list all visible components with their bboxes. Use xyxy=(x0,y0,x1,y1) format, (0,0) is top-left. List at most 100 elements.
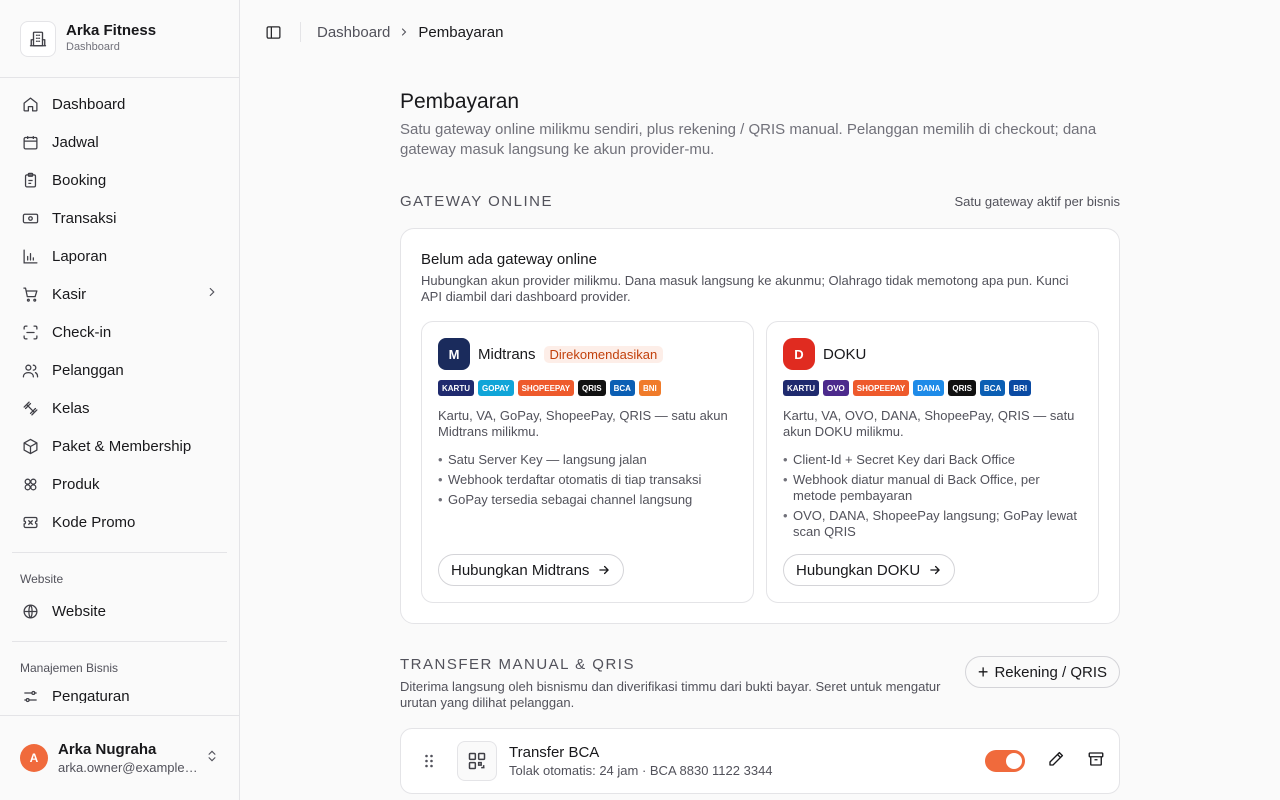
sidebar-item-label: Dashboard xyxy=(52,95,126,113)
method-chip: BCA xyxy=(979,380,1006,396)
method-chip: QRIS xyxy=(578,380,606,396)
sidebar-item-booking[interactable]: Booking xyxy=(12,161,227,199)
gateway-section-header: Gateway Online Satu gateway aktif per bi… xyxy=(400,193,1120,210)
sidebar-item-dashboard[interactable]: Dashboard xyxy=(12,85,227,123)
products-icon xyxy=(20,474,40,494)
sidebar-item-label: Kasir xyxy=(52,285,87,303)
recommended-badge: Direkomendasikan xyxy=(543,345,664,363)
sidebar-item-transaksi[interactable]: Transaksi xyxy=(12,199,227,237)
list-item: • Webhook terdaftar otomatis di tiap tran… xyxy=(438,472,702,487)
sidebar-item-produk[interactable]: Produk xyxy=(12,465,227,503)
sidebar-item-label: Website xyxy=(52,602,106,620)
list-item[interactable]: Transfer BCA Tolak otomatis: 24 jam · BC… xyxy=(400,728,1120,794)
sidebar-item-kode-promo[interactable]: Kode Promo xyxy=(12,503,227,541)
building-icon xyxy=(20,20,56,57)
breadcrumb-link-dashboard[interactable]: Dashboard xyxy=(317,24,390,41)
add-account-button[interactable]: + Rekening / QRIS xyxy=(964,656,1120,688)
page-description: Satu gateway online milikmu sendiri, plu… xyxy=(400,121,1097,158)
user-menu[interactable]: A Arka Nugraha arka.owner@example.com xyxy=(0,715,239,800)
divider xyxy=(12,552,227,553)
package-icon xyxy=(20,436,40,456)
gateway-card: Belum ada gateway online Hubungkan akun … xyxy=(400,228,1120,624)
settings-sliders-icon xyxy=(20,686,40,703)
connect-doku-button[interactable]: Hubungkan DOKU xyxy=(783,554,956,586)
list-item: • OVO, DANA, ShopeePay langsung; GoPay le… xyxy=(783,508,1077,539)
provider-description: Kartu, VA, OVO, DANA, ShopeePay, QRIS — … xyxy=(783,408,1075,439)
sidebar-item-jadwal[interactable]: Jadwal xyxy=(12,123,227,161)
method-chip: DANA xyxy=(913,380,945,396)
sidebar-item-paket-membership[interactable]: Paket & Membership xyxy=(12,427,227,465)
list-item: • GoPay tersedia sebagai channel langsung xyxy=(438,492,693,507)
sidebar-item-label: Pelanggan xyxy=(52,361,124,379)
chevron-right-icon xyxy=(398,26,410,38)
user-email: arka.owner@example.com xyxy=(58,759,198,775)
home-icon xyxy=(20,94,40,114)
sidebar-item-label: Transaksi xyxy=(52,209,117,227)
drag-handle-icon[interactable] xyxy=(419,753,439,769)
sidebar-item-label: Paket & Membership xyxy=(52,437,192,455)
chevrons-up-down-icon xyxy=(205,748,219,769)
section-note: Satu gateway aktif per bisnis xyxy=(954,194,1120,209)
brand[interactable]: Arka Fitness Dashboard xyxy=(0,0,239,78)
list-item: • Webhook diatur manual di Back Office, p… xyxy=(783,472,1040,503)
sidebar-item-kelas[interactable]: Kelas xyxy=(12,389,227,427)
method-chip: KARTU xyxy=(438,380,474,396)
user-name: Arka Nugraha xyxy=(58,740,157,758)
method-chip: SHOPEEPAY xyxy=(517,380,575,396)
connect-midtrans-button[interactable]: Hubungkan Midtrans xyxy=(438,554,625,586)
nav-overflow: Pengaturan xyxy=(12,681,227,703)
method-chip: BRI xyxy=(1009,380,1032,396)
sidebar-item-kasir[interactable]: Kasir xyxy=(12,275,227,313)
chevron-right-icon xyxy=(205,285,219,303)
method-chip: QRIS xyxy=(948,380,976,396)
cart-icon xyxy=(20,284,40,304)
row-subtitle: Tolak otomatis: 24 jam · BCA 8830 1122 3… xyxy=(509,762,773,778)
sidebar-item-check-in[interactable]: Check-in xyxy=(12,313,227,351)
dumbbell-icon xyxy=(20,398,40,418)
nav-group-label: Manajemen Bisnis xyxy=(20,661,119,675)
method-chip: OVO xyxy=(823,380,849,396)
qr-code-icon xyxy=(457,741,497,781)
sidebar-item-label: Booking xyxy=(52,171,107,189)
feature-list: • Satu Server Key — langsung jalan • Webho… xyxy=(438,452,737,508)
list-item: • Satu Server Key — langsung jalan xyxy=(438,452,647,467)
globe-icon xyxy=(20,601,40,621)
brand-name: Arka Fitness xyxy=(66,22,157,39)
empty-state-description: Hubungkan akun provider milikmu. Dana ma… xyxy=(421,273,1069,304)
sidebar-item-label: Check-in xyxy=(52,323,112,341)
clipboard-icon xyxy=(20,170,40,190)
sidebar-item-website[interactable]: Website xyxy=(12,592,227,630)
archive-icon[interactable] xyxy=(1087,750,1105,773)
banknote-icon xyxy=(20,208,40,228)
provider-description: Kartu, VA, GoPay, ShopeePay, QRIS — satu… xyxy=(438,408,728,439)
sidebar-item-pengaturan[interactable]: Pengaturan xyxy=(12,681,227,703)
pencil-icon[interactable] xyxy=(1047,750,1065,773)
sidebar-toggle-icon[interactable] xyxy=(262,21,284,43)
divider xyxy=(12,641,227,642)
enabled-toggle[interactable] xyxy=(985,750,1025,772)
sidebar-item-pelanggan[interactable]: Pelanggan xyxy=(12,351,227,389)
method-chip: GOPAY xyxy=(478,380,514,396)
midtrans-logo: M xyxy=(438,338,470,370)
sidebar-item-laporan[interactable]: Laporan xyxy=(12,237,227,275)
method-chip: KARTU xyxy=(783,380,819,396)
page-title: Pembayaran xyxy=(400,90,520,113)
bar-chart-icon xyxy=(20,246,40,266)
row-title: Transfer BCA xyxy=(509,743,600,761)
sidebar-item-label: Pengaturan xyxy=(52,687,130,704)
doku-logo: D xyxy=(783,338,815,370)
provider-name: Midtrans xyxy=(478,345,536,363)
topbar: Dashboard Pembayaran xyxy=(240,0,1280,64)
method-chip: BNI xyxy=(638,380,661,396)
sidebar-item-label: Kode Promo xyxy=(52,513,136,531)
nav-group-label: Website xyxy=(20,572,64,586)
arrow-right-icon xyxy=(597,563,611,577)
payment-method-chips: KARTU GOPAY SHOPEEPAY QRIS BCA BNI xyxy=(438,380,737,396)
sidebar-item-label: Kelas xyxy=(52,399,90,417)
list-item: • Client-Id + Secret Key dari Back Office xyxy=(783,452,1015,467)
manual-section-header: Transfer Manual & QRIS Diterima langsung… xyxy=(400,656,1120,711)
section-description: Diterima langsung oleh bisnismu dan dive… xyxy=(400,679,941,710)
sidebar-item-label: Laporan xyxy=(52,247,108,265)
provider-card-midtrans: M Midtrans Direkomendasikan KARTU GOPAY … xyxy=(421,321,754,603)
breadcrumb-current: Pembayaran xyxy=(418,23,504,41)
